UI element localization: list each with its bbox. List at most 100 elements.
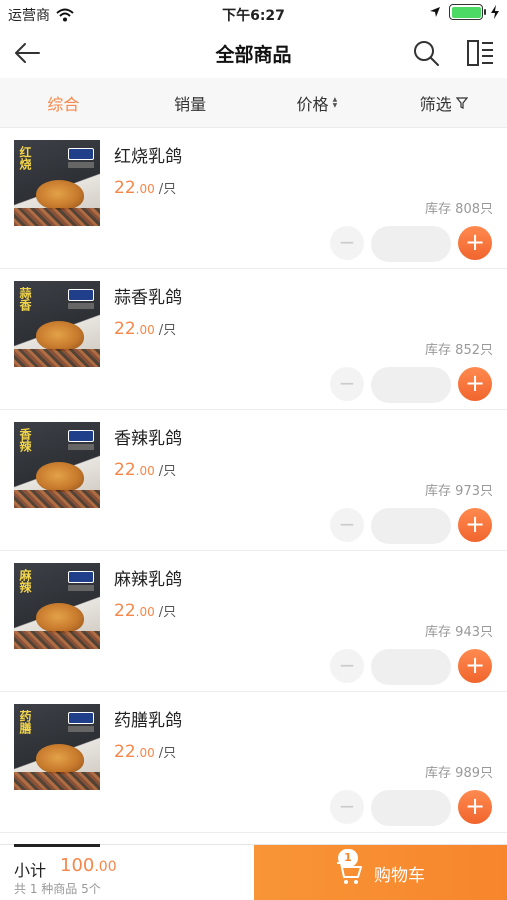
- product-stock: 库存 943只: [425, 625, 493, 640]
- product-name[interactable]: 香辣乳鸽: [114, 424, 182, 449]
- spice-garnish: [14, 490, 100, 508]
- filter-sales[interactable]: 销量: [127, 78, 254, 127]
- product-name[interactable]: 药膳乳鸽: [114, 706, 182, 731]
- quantity-plus-button[interactable]: +: [458, 508, 492, 542]
- brand-badge: [68, 289, 94, 301]
- charging-icon: [491, 5, 499, 19]
- product-name[interactable]: 蒜香乳鸽: [114, 283, 182, 308]
- price-unit: /只: [158, 323, 177, 338]
- price-cents: .00: [135, 464, 155, 478]
- price-integer: 22: [114, 319, 136, 339]
- pigeon-dish: [36, 321, 84, 351]
- product-item[interactable]: 蒜香 蒜香乳鸽 22.00/只 库存 852只 − +: [0, 269, 507, 410]
- price-cents: .00: [135, 323, 155, 337]
- product-price: 22.00/只: [114, 178, 176, 198]
- brand-badge-sub: [68, 726, 94, 732]
- price-cents: .00: [135, 746, 155, 760]
- quantity-minus-button[interactable]: −: [330, 508, 364, 542]
- price-integer: 22: [114, 178, 136, 198]
- product-stock: 库存 808只: [425, 202, 493, 217]
- subtotal-label: 小计: [14, 861, 47, 880]
- location-arrow-icon: [430, 7, 440, 17]
- subtotal-cents: .00: [94, 859, 117, 875]
- product-stock: 库存 989只: [425, 766, 493, 781]
- product-price: 22.00/只: [114, 460, 176, 480]
- filter-composite[interactable]: 综合: [0, 78, 127, 127]
- product-image[interactable]: 麻辣: [14, 563, 100, 649]
- cart-button[interactable]: 1 购物车: [254, 845, 507, 900]
- spice-garnish: [14, 208, 100, 226]
- filter-price-label: 价格: [296, 94, 329, 114]
- product-image-text: 香辣: [18, 428, 32, 452]
- subtotal-integer: 100: [60, 855, 95, 876]
- product-name[interactable]: 红烧乳鸽: [114, 142, 182, 167]
- product-item[interactable]: 红烧 红烧乳鸽 22.00/只 库存 808只 − +: [0, 128, 507, 269]
- product-image[interactable]: 蒜香: [14, 281, 100, 367]
- brand-badge: [68, 430, 94, 442]
- brand-badge: [68, 712, 94, 724]
- product-image[interactable]: 红烧: [14, 140, 100, 226]
- battery-level: [451, 6, 481, 18]
- quantity-minus-button[interactable]: −: [330, 226, 364, 260]
- product-image-text: 蒜香: [18, 287, 32, 311]
- product-image[interactable]: 香辣: [14, 422, 100, 508]
- price-unit: /只: [158, 464, 177, 479]
- nav-bar: 全部商品: [0, 28, 507, 78]
- quantity-input[interactable]: [371, 226, 451, 262]
- sort-arrows-icon: ▲ ▼: [332, 95, 338, 109]
- search-icon[interactable]: [411, 38, 441, 68]
- quantity-input[interactable]: [371, 790, 451, 826]
- product-item[interactable]: 药膳 药膳乳鸽 22.00/只 库存 989只 − +: [0, 692, 507, 833]
- pigeon-dish: [36, 744, 84, 774]
- pigeon-dish: [36, 603, 84, 633]
- cart-icon-wrap: 1: [336, 849, 362, 886]
- cart-summary: 共 1 种商品 5个: [14, 882, 101, 896]
- quantity-plus-button[interactable]: +: [458, 790, 492, 824]
- brand-badge: [68, 571, 94, 583]
- product-price: 22.00/只: [114, 742, 176, 762]
- price-cents: .00: [135, 605, 155, 619]
- status-bar: 运营商 下午6:27: [0, 0, 507, 28]
- quantity-plus-button[interactable]: +: [458, 367, 492, 401]
- quantity-plus-button[interactable]: +: [458, 226, 492, 260]
- product-name[interactable]: 麻辣乳鸽: [114, 565, 182, 590]
- product-image-text: 红烧: [18, 146, 32, 170]
- battery-icon: [449, 4, 486, 20]
- product-stock: 库存 852只: [425, 343, 493, 358]
- filter-screen[interactable]: 筛选: [380, 78, 507, 127]
- price-integer: 22: [114, 460, 136, 480]
- product-stock: 库存 973只: [425, 484, 493, 499]
- product-price: 22.00/只: [114, 601, 176, 621]
- quantity-input[interactable]: [371, 367, 451, 403]
- quantity-minus-button[interactable]: −: [330, 367, 364, 401]
- list-layout-icon[interactable]: [465, 38, 495, 68]
- product-item[interactable]: 麻辣 麻辣乳鸽 22.00/只 库存 943只 − +: [0, 551, 507, 692]
- quantity-minus-button[interactable]: −: [330, 649, 364, 683]
- price-unit: /只: [158, 746, 177, 761]
- brand-badge-sub: [68, 303, 94, 309]
- price-cents: .00: [135, 182, 155, 196]
- spice-garnish: [14, 772, 100, 790]
- spice-garnish: [14, 631, 100, 649]
- product-image[interactable]: 药膳: [14, 704, 100, 790]
- price-unit: /只: [158, 182, 177, 197]
- product-image-text: 药膳: [18, 710, 32, 734]
- pigeon-dish: [36, 462, 84, 492]
- status-right: [429, 4, 499, 20]
- bottom-bar: 小计 100.00 共 1 种商品 5个 1 购物车: [0, 844, 507, 900]
- quantity-plus-button[interactable]: +: [458, 649, 492, 683]
- quantity-minus-button[interactable]: −: [330, 790, 364, 824]
- pigeon-dish: [36, 180, 84, 210]
- price-integer: 22: [114, 601, 136, 621]
- price-integer: 22: [114, 742, 136, 762]
- cart-count-badge: 1: [338, 849, 358, 867]
- filter-price[interactable]: 价格 ▲ ▼: [254, 78, 381, 127]
- cart-button-label: 购物车: [374, 865, 425, 886]
- quantity-input[interactable]: [371, 649, 451, 685]
- brand-badge: [68, 148, 94, 160]
- product-item[interactable]: 香辣 香辣乳鸽 22.00/只 库存 973只 − +: [0, 410, 507, 551]
- scroll-indicator: [14, 844, 100, 847]
- quantity-input[interactable]: [371, 508, 451, 544]
- product-price: 22.00/只: [114, 319, 176, 339]
- subtotal-value: 100.00: [60, 855, 117, 876]
